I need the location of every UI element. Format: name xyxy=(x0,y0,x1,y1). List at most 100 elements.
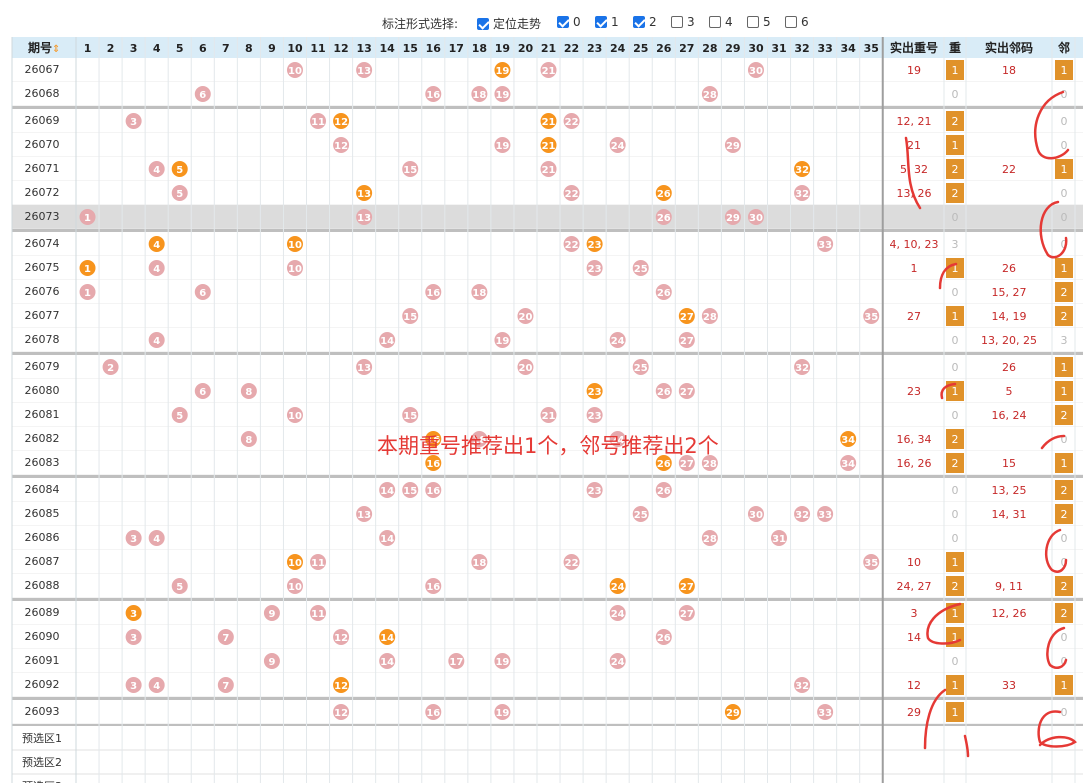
neighbor-count: 0 xyxy=(1061,115,1068,128)
neighbor-count: 2 xyxy=(1061,580,1068,593)
ball-label: 15 xyxy=(403,312,417,323)
neighbor-count: 1 xyxy=(1061,457,1068,470)
ball-label: 33 xyxy=(818,240,832,251)
repeat-count: 1 xyxy=(952,556,959,569)
period-number: 26083 xyxy=(25,456,60,469)
ball-label: 13 xyxy=(357,363,371,374)
neighbor-count: 2 xyxy=(1061,607,1068,620)
ball-label: 19 xyxy=(495,66,509,77)
ball-label: 20 xyxy=(519,363,533,374)
ball-label: 22 xyxy=(565,117,579,128)
preselect-label[interactable]: 预选区2 xyxy=(22,756,62,769)
table-row xyxy=(12,700,1083,724)
header-col-32: 32 xyxy=(794,42,809,55)
ball-label: 3 xyxy=(130,117,137,128)
ball-label: 13 xyxy=(357,189,371,200)
repeat-count: 0 xyxy=(952,334,959,347)
table-row xyxy=(12,256,1083,280)
ball-label: 4 xyxy=(153,165,160,176)
header-col-8: 8 xyxy=(245,42,253,55)
ball-label: 30 xyxy=(749,66,763,77)
ball-label: 3 xyxy=(130,609,137,620)
ball-label: 14 xyxy=(380,657,394,668)
repeat-count: 2 xyxy=(952,163,959,176)
group-separator xyxy=(12,352,1083,355)
sort-arrows-icon[interactable]: ⇕ xyxy=(52,44,60,55)
ball-label: 27 xyxy=(680,336,694,347)
ball-label: 3 xyxy=(130,534,137,545)
neighbor-numbers: 15, 27 xyxy=(992,286,1027,299)
ball-label: 24 xyxy=(611,336,625,347)
ball-label: 16 xyxy=(426,90,440,101)
ball-label: 5 xyxy=(176,582,183,593)
ball-label: 11 xyxy=(311,117,325,128)
header-col-33: 33 xyxy=(817,42,832,55)
repeat-count: 1 xyxy=(952,607,959,620)
repeat-numbers: 14 xyxy=(907,631,921,644)
period-number: 26069 xyxy=(25,114,60,127)
ball-label: 4 xyxy=(153,264,160,275)
repeat-count: 0 xyxy=(952,409,959,422)
ball-label: 22 xyxy=(565,189,579,200)
header-col-26: 26 xyxy=(656,42,672,55)
ball-label: 30 xyxy=(749,213,763,224)
ball-label: 29 xyxy=(726,213,740,224)
repeat-numbers: 12, 21 xyxy=(897,115,932,128)
ball-label: 23 xyxy=(588,486,602,497)
ball-label: 10 xyxy=(288,558,302,569)
ball-label: 25 xyxy=(634,363,648,374)
group-separator xyxy=(12,724,1083,726)
preselect-label[interactable]: 预选区1 xyxy=(22,732,62,745)
ball-label: 28 xyxy=(703,90,717,101)
table-row xyxy=(12,550,1083,574)
ball-label: 22 xyxy=(565,240,579,251)
header-col-34: 34 xyxy=(841,42,857,55)
ball-label: 8 xyxy=(245,435,252,446)
header-col-9: 9 xyxy=(268,42,276,55)
ball-label: 26 xyxy=(657,213,671,224)
repeat-numbers: 16, 26 xyxy=(897,457,932,470)
ball-label: 25 xyxy=(634,264,648,275)
repeat-numbers: 10 xyxy=(907,556,921,569)
neighbor-numbers: 9, 11 xyxy=(995,580,1023,593)
group-separator xyxy=(12,106,1083,109)
ball-label: 26 xyxy=(657,189,671,200)
period-number: 26084 xyxy=(25,483,60,496)
period-number: 26074 xyxy=(25,237,60,250)
period-number: 26071 xyxy=(25,162,60,175)
ball-label: 15 xyxy=(403,411,417,422)
header-col-15: 15 xyxy=(403,42,418,55)
ball-label: 4 xyxy=(153,240,160,251)
ball-label: 26 xyxy=(657,288,671,299)
period-number: 26068 xyxy=(25,87,60,100)
ball-label: 24 xyxy=(611,657,625,668)
repeat-count: 1 xyxy=(952,64,959,77)
ball-label: 16 xyxy=(426,582,440,593)
ball-label: 14 xyxy=(380,633,394,644)
ball-label: 18 xyxy=(472,288,486,299)
table-row xyxy=(12,625,1083,649)
ball-label: 21 xyxy=(542,117,556,128)
ball-label: 13 xyxy=(357,213,371,224)
header-col-24: 24 xyxy=(610,42,626,55)
ball-label: 35 xyxy=(864,312,878,323)
ball-label: 18 xyxy=(472,558,486,569)
group-separator xyxy=(12,475,1083,478)
table-row xyxy=(12,601,1083,625)
repeat-count: 1 xyxy=(952,139,959,152)
header-period: 期号 xyxy=(28,40,52,55)
repeat-count: 0 xyxy=(952,655,959,668)
ball-label: 4 xyxy=(153,534,160,545)
table-row xyxy=(12,649,1083,673)
header-col-21: 21 xyxy=(541,42,556,55)
ball-label: 2 xyxy=(107,363,114,374)
ball-label: 29 xyxy=(726,708,740,719)
ball-label: 26 xyxy=(657,633,671,644)
header-col-27: 27 xyxy=(679,42,694,55)
ball-label: 28 xyxy=(703,312,717,323)
ball-label: 21 xyxy=(542,411,556,422)
ball-label: 7 xyxy=(222,681,229,692)
header-col-10: 10 xyxy=(287,42,303,55)
repeat-count: 1 xyxy=(952,310,959,323)
neighbor-numbers: 14, 31 xyxy=(992,508,1027,521)
